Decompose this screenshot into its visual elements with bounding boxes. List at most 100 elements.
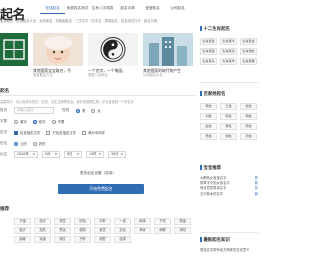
surname-link[interactable]: 杨姓 xyxy=(240,113,257,120)
main-nav: 在线起名 免费姓名测试 生肖八字测算 起名字典 宝宝取名 公司起名 xyxy=(40,3,190,14)
zodiac-link[interactable]: 生肖属虎 xyxy=(240,38,257,45)
nav-item-online-naming[interactable]: 在线起名 xyxy=(40,3,65,14)
fixed-char-label: 定字 xyxy=(0,130,8,134)
surname-grid: 李姓 王姓 张姓刘姓 陈姓 杨姓赵姓 黄姓 周姓吴姓 徐姓 孙姓 xyxy=(200,103,258,140)
calendar-solar-radio[interactable]: 公历 xyxy=(14,141,27,146)
birth-row: 出生 2020年 ▼ 5月 ▼ 8日 ▼ 14时 ▼ 30分 ▼ xyxy=(0,150,196,159)
surname-row: 姓氏 请输入姓氏 性别 男 女 xyxy=(0,106,196,115)
surname-link[interactable]: 吴姓 xyxy=(200,133,217,140)
surname-link[interactable]: 王姓 xyxy=(220,103,237,110)
tile-subcaption: 公司起名大全 xyxy=(143,73,163,77)
name-tag[interactable]: 梓睿 xyxy=(134,227,151,234)
name-tag[interactable]: 紫萱 xyxy=(94,227,111,234)
zodiac-link[interactable]: 生肖属牛 xyxy=(220,38,237,45)
zodiac-link[interactable]: 生肖属鼠 xyxy=(200,38,217,45)
more-settings-toggle[interactable]: 更多起名设置（选填） xyxy=(0,171,196,176)
birth-year-select[interactable]: 2020年 ▼ xyxy=(14,151,38,158)
gender-label: 性别 xyxy=(62,108,70,112)
name-tag[interactable]: 雨桐 xyxy=(154,227,171,234)
name-tag[interactable]: 欣怡 xyxy=(74,218,91,225)
name-tag[interactable]: 嘉怡 xyxy=(114,227,131,234)
nav-item-baby-naming[interactable]: 宝宝取名 xyxy=(140,3,165,14)
surname-link[interactable]: 周姓 xyxy=(240,123,257,130)
name-tag[interactable]: 一诺 xyxy=(114,218,131,225)
zodiac-link[interactable]: 生肖属马 xyxy=(200,58,217,65)
tile-company[interactable]: 其他国家的取代的产生 公司起名大全 xyxy=(143,33,193,79)
name-tag[interactable]: 浩然 xyxy=(34,227,51,234)
zodiac-link[interactable]: 生肖属猴 xyxy=(240,58,257,65)
name-tag[interactable]: 思远 xyxy=(54,227,71,234)
name-tag[interactable]: 宇轩 xyxy=(94,218,111,225)
fixed-middle-check[interactable]: 辈分中间字 xyxy=(82,130,105,135)
chevron-down-icon: ▼ xyxy=(76,152,79,156)
chevron-down-icon: ▼ xyxy=(32,152,35,156)
tile-bagua[interactable]: 一个名字，一个笔画， 周易八卦起名 xyxy=(88,33,138,79)
checkbox-icon xyxy=(14,130,18,135)
tile-subcaption: 宝宝取名方法 xyxy=(33,73,53,77)
name-tag[interactable]: 雨泽 xyxy=(134,218,151,225)
fixed-only-check[interactable]: 只包含指定汉字 xyxy=(46,130,76,135)
surname-link[interactable]: 李姓 xyxy=(200,103,217,110)
tile-subcaption: 周易八卦起名 xyxy=(88,73,108,77)
start-naming-button[interactable]: 开始免费起名 xyxy=(58,184,144,194)
name-length-row: 字数 单字 双字 不限 xyxy=(0,117,196,126)
name-tag[interactable]: 明哲 xyxy=(94,236,111,243)
gender-female-radio[interactable]: 女 xyxy=(91,108,101,113)
zodiac-link[interactable]: 生肖属龙 xyxy=(220,48,237,55)
name-tag[interactable]: 若汐 xyxy=(14,227,31,234)
gender-male-radio[interactable]: 男 xyxy=(76,108,85,113)
surname-link[interactable]: 刘姓 xyxy=(200,113,217,120)
fixed-contains-check[interactable]: 包含指定汉字 xyxy=(14,130,40,135)
surname-link[interactable]: 陈姓 xyxy=(220,113,237,120)
name-tag[interactable]: 晨曦 xyxy=(14,236,31,243)
tile-baby[interactable]: 其他国家宝宝取名，不 宝宝取名方法 xyxy=(33,33,83,79)
tile-calligraphy[interactable] xyxy=(0,33,28,79)
name-tag[interactable]: 子轩 xyxy=(74,236,91,243)
birth-hour-select[interactable]: 14时 ▼ xyxy=(86,151,104,158)
zodiac-link[interactable]: 生肖属羊 xyxy=(220,58,237,65)
len-any-radio[interactable]: 不限 xyxy=(51,119,64,124)
name-tag[interactable]: 梓萱 xyxy=(54,218,71,225)
nav-item-company-naming[interactable]: 公司起名 xyxy=(165,3,190,14)
divider xyxy=(200,232,258,233)
surname-link[interactable]: 黄姓 xyxy=(220,123,237,130)
nav-item-dictionary[interactable]: 起名字典 xyxy=(115,3,140,14)
list-item-badge: 新 xyxy=(254,191,258,196)
surname-link[interactable]: 徐姓 xyxy=(220,133,237,140)
birth-minute-select[interactable]: 30分 ▼ xyxy=(108,151,126,158)
zodiac-link[interactable]: 生肖属蛇 xyxy=(240,48,257,55)
calendar-lunar-radio[interactable]: 农历 xyxy=(32,141,46,146)
building-photo xyxy=(143,33,193,66)
birth-month-select[interactable]: 5月 ▼ xyxy=(42,151,60,158)
nav-item-name-test[interactable]: 免费姓名测试 xyxy=(65,3,90,14)
accent-bar xyxy=(200,237,202,242)
form-title: 起名 xyxy=(0,89,10,94)
name-tag[interactable]: 浩宇 xyxy=(34,218,51,225)
surname-link[interactable]: 孙姓 xyxy=(240,133,257,140)
surname-input[interactable]: 请输入姓氏 xyxy=(14,107,54,114)
name-tag[interactable]: 沐阳 xyxy=(174,227,191,234)
name-tag[interactable]: 佳琪 xyxy=(114,236,131,243)
name-tag[interactable]: 梓涵 xyxy=(174,218,191,225)
radio-dot-icon xyxy=(14,119,18,124)
surname-link[interactable]: 张姓 xyxy=(240,103,257,110)
birth-day-select[interactable]: 8日 ▼ xyxy=(64,151,82,158)
name-tag[interactable]: 诗涵 xyxy=(34,236,51,243)
news-item[interactable]: 男孩名字带有地方风味的文化意义 xyxy=(200,248,258,253)
radio-dot-icon xyxy=(76,108,80,113)
len-single-radio[interactable]: 单字 xyxy=(14,119,27,124)
surname-link[interactable]: 赵姓 xyxy=(200,123,217,130)
naming-form-header: 起名 xyxy=(0,88,196,96)
name-tag[interactable]: 子墨 xyxy=(154,218,171,225)
name-tag[interactable]: 博文 xyxy=(54,236,71,243)
name-tag[interactable]: 子涵 xyxy=(14,218,31,225)
nav-item-zodiac[interactable]: 生肖八字测算 xyxy=(90,3,115,14)
radio-dot-icon xyxy=(32,141,37,146)
list-item[interactable]: 五行缺木的名字 新 xyxy=(200,192,258,197)
calendar-label: 历法 xyxy=(0,141,8,145)
zodiac-link[interactable]: 生肖属兔 xyxy=(200,48,217,55)
sub-nav[interactable]: 宝宝取名 · 男孩取名大全 · 女孩取名 · 双胞胎取名 · 三字名字 · 四字… xyxy=(0,18,196,24)
list-item-label: 五行缺木的名字 xyxy=(200,191,224,196)
len-double-radio[interactable]: 双字 xyxy=(32,119,46,124)
name-tag[interactable]: 俊熙 xyxy=(74,227,91,234)
